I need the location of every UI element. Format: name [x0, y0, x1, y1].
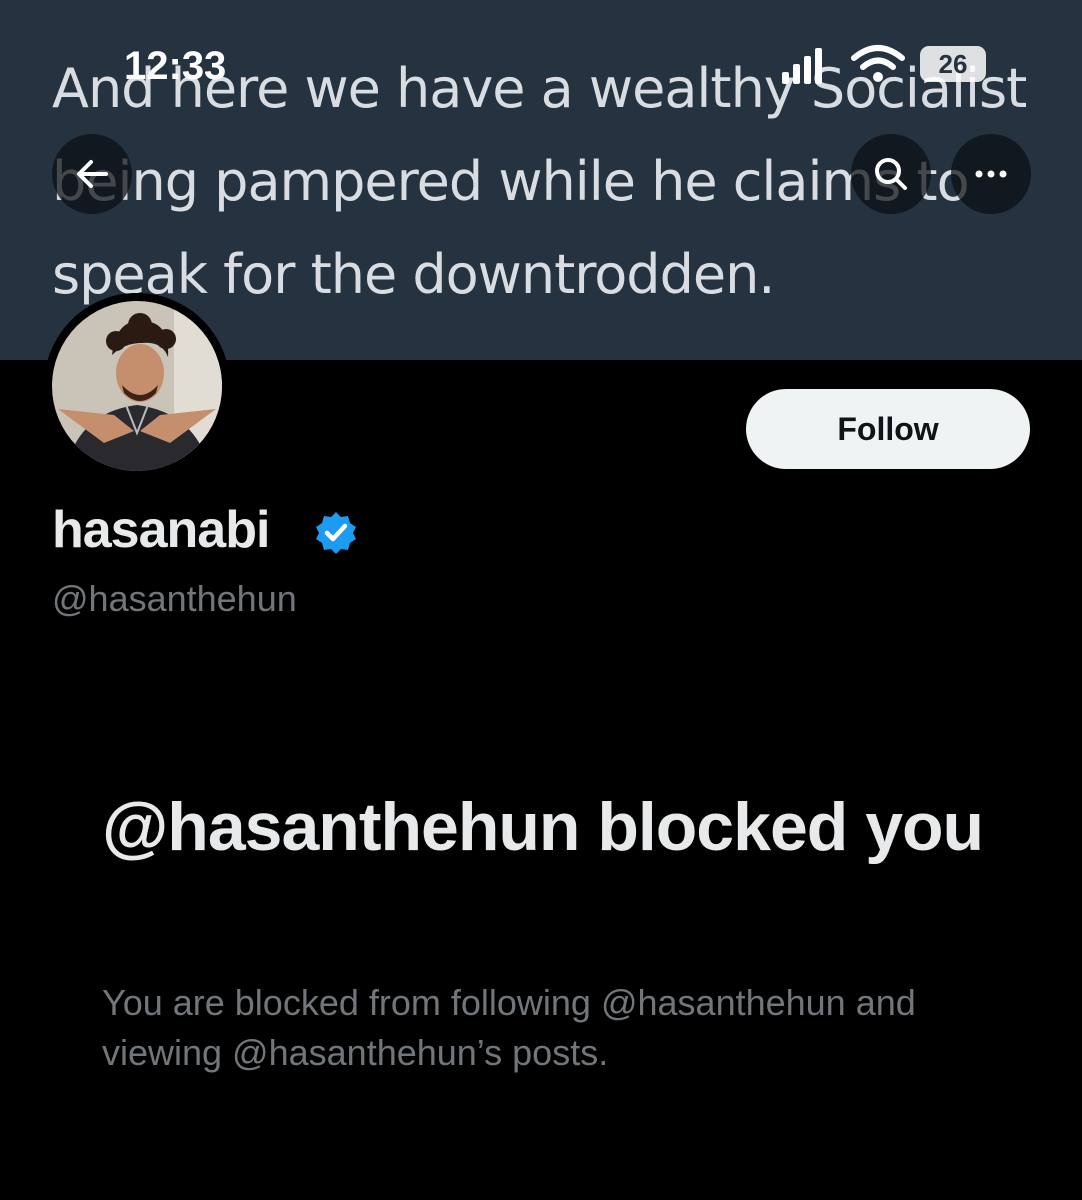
- battery-indicator: 26: [920, 46, 986, 82]
- avatar-photo: [44, 293, 230, 479]
- banner-line: speak for the downtrodden.: [52, 243, 775, 306]
- signal-icon: [782, 48, 822, 84]
- follow-button[interactable]: Follow: [746, 389, 1030, 469]
- status-time: 12:33: [124, 44, 227, 88]
- back-button[interactable]: [52, 134, 132, 214]
- profile-avatar[interactable]: [44, 293, 230, 479]
- status-icons: 26: [780, 44, 1010, 88]
- blocked-description: You are blocked from following @hasanthe…: [102, 982, 916, 1073]
- search-icon: [875, 158, 907, 190]
- verified-badge-icon: [316, 512, 356, 554]
- profile-handle: @hasanthehun: [52, 578, 297, 619]
- blocked-title: @hasanthehun blocked you: [102, 789, 984, 865]
- search-button[interactable]: [851, 134, 931, 214]
- more-button[interactable]: [951, 134, 1031, 214]
- wifi-icon: [851, 45, 905, 82]
- profile-display-name: hasanabi: [52, 501, 270, 559]
- more-horizontal-icon: [975, 170, 1007, 178]
- arrow-left-icon: [77, 160, 108, 188]
